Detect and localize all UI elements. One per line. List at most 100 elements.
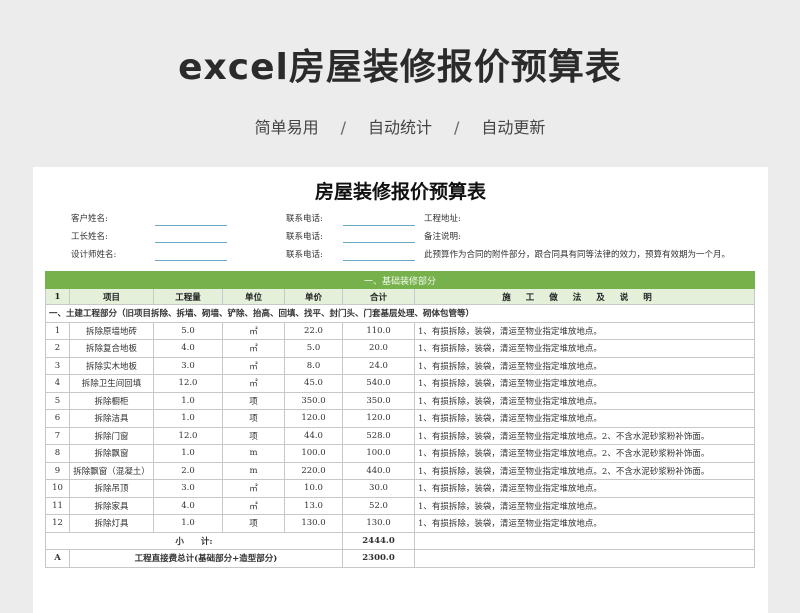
contact-phone-input[interactable] <box>343 225 415 226</box>
cell-item[interactable]: 拆除家具 <box>69 496 154 515</box>
cell-method[interactable]: 1、有损拆除，装袋，清运至物业指定堆放地点。 <box>413 356 756 375</box>
cell-no[interactable]: 6 <box>45 409 70 428</box>
cell-method[interactable]: 1、有损拆除，装袋，清运至物业指定堆放地点。 <box>413 321 756 340</box>
cell-item[interactable]: 拆除洁具 <box>69 409 154 428</box>
cell-quantity[interactable]: 1.0 <box>153 514 223 533</box>
cell-method[interactable]: 1、有损拆除，装袋，清运至物业指定堆放地点。2、不含水泥砂浆粉补饰面。 <box>413 444 756 463</box>
cell-item[interactable]: 拆除原墙地砖 <box>69 321 154 340</box>
cell-total[interactable]: 52.0 <box>342 496 415 515</box>
contact-phone-input[interactable] <box>343 242 415 243</box>
contact-phone-input[interactable] <box>343 260 415 261</box>
cell-total[interactable]: 100.0 <box>342 444 415 463</box>
cell-total[interactable]: 528.0 <box>342 426 415 445</box>
cell-price[interactable]: 5.0 <box>284 339 343 358</box>
cell-method[interactable]: 1、有损拆除，装袋，清运至物业指定堆放地点。2、不含水泥砂浆粉补饰面。 <box>413 426 756 445</box>
cell-total[interactable]: 440.0 <box>342 461 415 480</box>
separator: / <box>454 118 460 137</box>
cell-unit[interactable]: 项 <box>222 514 285 533</box>
cell-total[interactable]: 350.0 <box>342 391 415 410</box>
cell-price[interactable]: 220.0 <box>284 461 343 480</box>
cell-item[interactable]: 拆除复合地板 <box>69 339 154 358</box>
cell-method[interactable]: 1、有损拆除，装袋，清运至物业指定堆放地点。 <box>413 514 756 533</box>
cell-total[interactable]: 110.0 <box>342 321 415 340</box>
cell-method[interactable]: 1、有损拆除，装袋，清运至物业指定堆放地点。 <box>413 496 756 515</box>
cell-method[interactable]: 1、有损拆除，装袋，清运至物业指定堆放地点。 <box>413 409 756 428</box>
cell-unit[interactable]: 项 <box>222 391 285 410</box>
cell-no[interactable]: 2 <box>45 339 70 358</box>
cell-total[interactable]: 20.0 <box>342 339 415 358</box>
cell-no[interactable]: 4 <box>45 374 70 393</box>
cell-no[interactable]: 11 <box>45 496 70 515</box>
cell-price[interactable]: 44.0 <box>284 426 343 445</box>
subtotal-note[interactable] <box>413 531 756 550</box>
cell-quantity[interactable]: 2.0 <box>153 461 223 480</box>
designer-name-input[interactable] <box>155 260 227 261</box>
cell-total[interactable]: 24.0 <box>342 356 415 375</box>
cell-method[interactable]: 1、有损拆除，装袋，清运至物业指定堆放地点。 <box>413 339 756 358</box>
cell-quantity[interactable]: 12.0 <box>153 426 223 445</box>
cell-unit[interactable]: ㎡ <box>222 479 285 498</box>
cell-item[interactable]: 拆除实木地板 <box>69 356 154 375</box>
cell-unit[interactable]: ㎡ <box>222 374 285 393</box>
cell-unit[interactable]: m <box>222 461 285 480</box>
cell-price[interactable]: 100.0 <box>284 444 343 463</box>
remark-label: 备注说明: <box>424 232 461 242</box>
cell-unit[interactable]: ㎡ <box>222 496 285 515</box>
cell-method[interactable]: 1、有损拆除，装袋，清运至物业指定堆放地点。 <box>413 479 756 498</box>
cell-total[interactable]: 130.0 <box>342 514 415 533</box>
cell-no[interactable]: 8 <box>45 444 70 463</box>
cell-unit[interactable]: ㎡ <box>222 356 285 375</box>
cell-quantity[interactable]: 5.0 <box>153 321 223 340</box>
cell-no[interactable]: 7 <box>45 426 70 445</box>
cell-no[interactable]: 5 <box>45 391 70 410</box>
cell-price[interactable]: 13.0 <box>284 496 343 515</box>
cell-quantity[interactable]: 4.0 <box>153 339 223 358</box>
customer-name-input[interactable] <box>155 225 227 226</box>
cell-price[interactable]: 10.0 <box>284 479 343 498</box>
cell-item[interactable]: 拆除灯具 <box>69 514 154 533</box>
cell-unit[interactable]: 项 <box>222 409 285 428</box>
cell-quantity[interactable]: 3.0 <box>153 356 223 375</box>
cell-no[interactable]: 1 <box>45 321 70 340</box>
cell-quantity[interactable]: 1.0 <box>153 391 223 410</box>
cell-item[interactable]: 拆除橱柜 <box>69 391 154 410</box>
cell-quantity[interactable]: 1.0 <box>153 409 223 428</box>
cell-method[interactable]: 1、有损拆除，装袋，清运至物业指定堆放地点。 <box>413 374 756 393</box>
column-header-row: 1 项目 工程量 单位 单价 合计 施工做法及说明 <box>45 288 756 305</box>
cell-item[interactable]: 拆除门窗 <box>69 426 154 445</box>
cell-unit[interactable]: m <box>222 444 285 463</box>
cell-unit[interactable]: 项 <box>222 426 285 445</box>
cell-no[interactable]: 9 <box>45 461 70 480</box>
foreman-name-label: 工长姓名: <box>71 232 108 242</box>
cell-item[interactable]: 拆除飘窗（混凝土） <box>69 461 154 480</box>
foreman-name-input[interactable] <box>155 242 227 243</box>
subtotal-value[interactable]: 2444.0 <box>342 531 415 550</box>
table-row: 2 拆除复合地板 4.0 ㎡ 5.0 20.0 1、有损拆除，装袋，清运至物业指定堆放地点。 <box>45 339 756 358</box>
cell-price[interactable]: 120.0 <box>284 409 343 428</box>
cell-item[interactable]: 拆除吊顶 <box>69 479 154 498</box>
cell-no[interactable]: 12 <box>45 514 70 533</box>
cell-price[interactable]: 22.0 <box>284 321 343 340</box>
direct-cost-value[interactable]: 2300.0 <box>342 549 415 568</box>
cell-price[interactable]: 8.0 <box>284 356 343 375</box>
cell-total[interactable]: 120.0 <box>342 409 415 428</box>
cell-no[interactable]: 10 <box>45 479 70 498</box>
cell-price[interactable]: 130.0 <box>284 514 343 533</box>
cell-quantity[interactable]: 3.0 <box>153 479 223 498</box>
cell-unit[interactable]: ㎡ <box>222 339 285 358</box>
cell-method[interactable]: 1、有损拆除，装袋，清运至物业指定堆放地点。 <box>413 391 756 410</box>
cell-method[interactable]: 1、有损拆除，装袋，清运至物业指定堆放地点。2、不含水泥砂浆粉补饰面。 <box>413 461 756 480</box>
cell-price[interactable]: 45.0 <box>284 374 343 393</box>
subtotal-label: 小 计: <box>45 531 343 550</box>
direct-cost-note[interactable] <box>413 549 756 568</box>
cell-quantity[interactable]: 4.0 <box>153 496 223 515</box>
cell-total[interactable]: 30.0 <box>342 479 415 498</box>
cell-item[interactable]: 拆除飘窗 <box>69 444 154 463</box>
cell-quantity[interactable]: 1.0 <box>153 444 223 463</box>
cell-unit[interactable]: ㎡ <box>222 321 285 340</box>
cell-quantity[interactable]: 12.0 <box>153 374 223 393</box>
cell-no[interactable]: 3 <box>45 356 70 375</box>
cell-item[interactable]: 拆除卫生间回填 <box>69 374 154 393</box>
cell-total[interactable]: 540.0 <box>342 374 415 393</box>
cell-price[interactable]: 350.0 <box>284 391 343 410</box>
